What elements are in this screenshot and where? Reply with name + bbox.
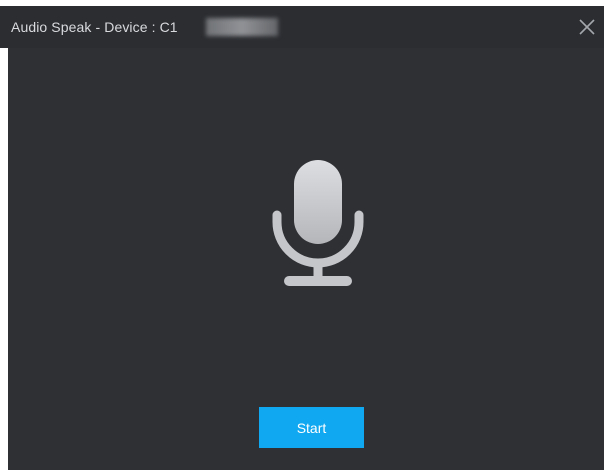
audio-speak-dialog: Audio Speak - Device : C1 Start — [0, 0, 604, 475]
start-button[interactable]: Start — [259, 407, 364, 448]
title-bar[interactable]: Audio Speak - Device : C1 — [0, 6, 604, 48]
close-icon — [579, 19, 595, 35]
dialog-title: Audio Speak - Device : C1 — [11, 19, 178, 35]
microphone-icon — [272, 160, 364, 286]
close-button[interactable] — [576, 16, 598, 38]
redacted-device-name — [206, 18, 278, 36]
